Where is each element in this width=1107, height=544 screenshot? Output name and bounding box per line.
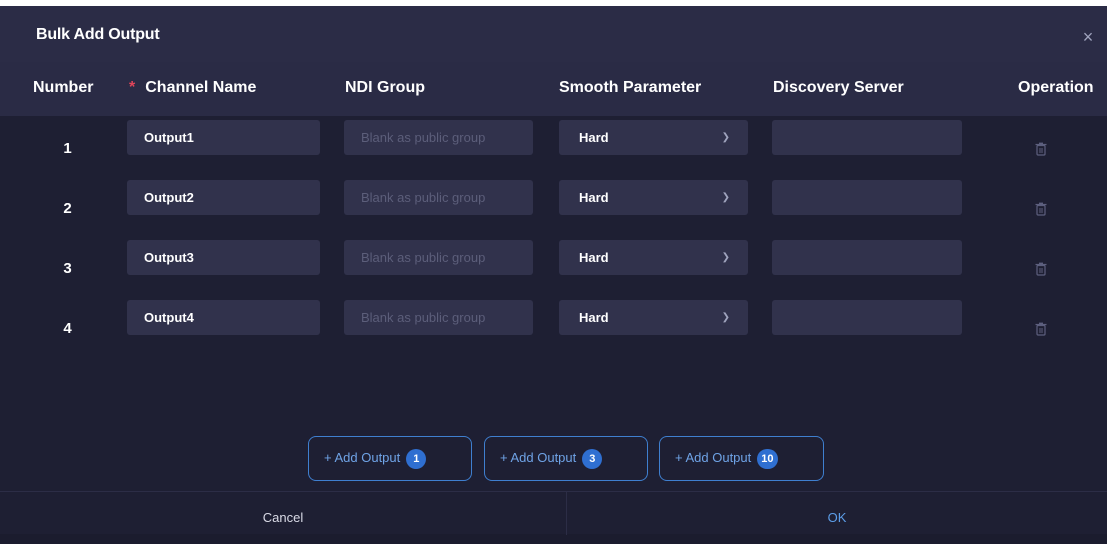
smooth-parameter-select[interactable]: Hard ❯	[559, 300, 748, 335]
discovery-server-input[interactable]	[772, 180, 962, 215]
header-smooth-parameter: Smooth Parameter	[559, 79, 702, 96]
smooth-parameter-value: Hard	[579, 250, 609, 265]
header-channel-name: * Channel Name	[129, 79, 256, 97]
ok-button[interactable]: OK	[567, 492, 1107, 535]
cancel-button[interactable]: Cancel	[0, 492, 566, 535]
trash-icon[interactable]	[1035, 142, 1047, 156]
required-mark: *	[129, 79, 136, 96]
smooth-parameter-value: Hard	[579, 130, 609, 145]
add-output-label: + Add Output	[500, 450, 577, 465]
row-number: 1	[63, 140, 72, 157]
close-icon[interactable]: ×	[1079, 28, 1097, 46]
chevron-down-icon: ❯	[721, 132, 730, 143]
smooth-parameter-select[interactable]: Hard ❯	[559, 240, 748, 275]
smooth-parameter-select[interactable]: Hard ❯	[559, 180, 748, 215]
smooth-parameter-value: Hard	[579, 190, 609, 205]
add-output-count-badge: 10	[757, 448, 778, 469]
ndi-group-input[interactable]: Blank as public group	[344, 180, 533, 215]
add-output-count-badge: 3	[582, 448, 603, 469]
channel-name-input[interactable]: Output4	[127, 300, 320, 335]
row-number: 2	[63, 200, 72, 217]
header-discovery-server: Discovery Server	[773, 79, 904, 96]
add-output-10-button[interactable]: + Add Output 10	[659, 436, 824, 481]
add-output-count-badge: 1	[406, 448, 427, 469]
channel-name-input[interactable]: Output1	[127, 120, 320, 155]
chevron-down-icon: ❯	[721, 192, 730, 203]
ndi-group-input[interactable]: Blank as public group	[344, 240, 533, 275]
table-row: 4 Output4 Blank as public group Hard ❯	[0, 300, 1107, 360]
add-output-label: + Add Output	[324, 450, 401, 465]
row-number: 4	[63, 320, 72, 337]
add-output-label: + Add Output	[675, 450, 752, 465]
table-row: 1 Output1 Blank as public group Hard ❯	[0, 120, 1107, 180]
table-row: 3 Output3 Blank as public group Hard ❯	[0, 240, 1107, 300]
header-channel-name-label: Channel Name	[145, 79, 257, 96]
chevron-down-icon: ❯	[721, 312, 730, 323]
discovery-server-input[interactable]	[772, 300, 962, 335]
bulk-add-output-dialog: Bulk Add Output × Number * Channel Name N…	[0, 0, 1107, 535]
dialog-footer: Cancel OK	[0, 491, 1107, 535]
ndi-group-input[interactable]: Blank as public group	[344, 120, 533, 155]
add-output-1-button[interactable]: + Add Output 1	[308, 436, 472, 481]
add-output-3-button[interactable]: + Add Output 3	[484, 436, 648, 481]
smooth-parameter-select[interactable]: Hard ❯	[559, 120, 748, 155]
dialog-title: Bulk Add Output	[36, 26, 160, 43]
channel-name-input[interactable]: Output2	[127, 180, 320, 215]
trash-icon[interactable]	[1035, 322, 1047, 336]
ndi-group-input[interactable]: Blank as public group	[344, 300, 533, 335]
discovery-server-input[interactable]	[772, 240, 962, 275]
channel-name-input[interactable]: Output3	[127, 240, 320, 275]
table-row: 2 Output2 Blank as public group Hard ❯	[0, 180, 1107, 240]
trash-icon[interactable]	[1035, 262, 1047, 276]
row-number: 3	[63, 260, 72, 277]
header-number: Number	[33, 79, 94, 96]
header-ndi-group: NDI Group	[345, 79, 425, 96]
header-operation: Operation	[1018, 79, 1094, 96]
chevron-down-icon: ❯	[721, 252, 730, 263]
discovery-server-input[interactable]	[772, 120, 962, 155]
smooth-parameter-value: Hard	[579, 310, 609, 325]
dialog-titlebar: Bulk Add Output ×	[0, 0, 1107, 62]
trash-icon[interactable]	[1035, 202, 1047, 216]
table-header: Number * Channel Name NDI Group Smooth Pa…	[0, 62, 1107, 116]
